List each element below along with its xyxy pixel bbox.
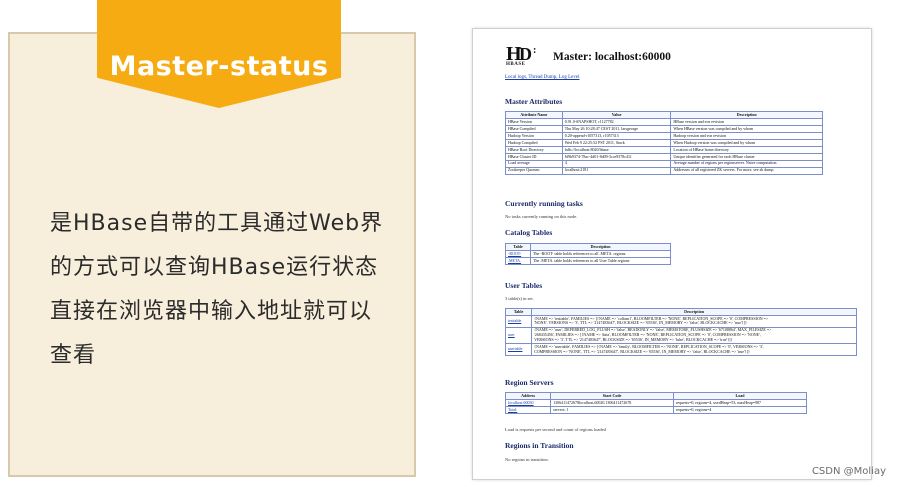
table-cell: Hadoop Compiled [505, 138, 563, 147]
table-header-cell: Start Code [550, 392, 674, 400]
watermark: CSDN @Moliay [811, 466, 886, 477]
table-header-cell: Table [504, 308, 533, 316]
table-cell: Thu May 26 10:28:47 CEST 2011, larsgeorg… [561, 124, 672, 133]
table-cell: usertable [504, 343, 533, 357]
table-row: Total: servers: 1 requests=0, regions=4 [504, 405, 808, 414]
table-row: HBase Cluster ID 6f9b9374-78ac-4d01-8d09-… [505, 152, 823, 161]
card-description: 是HBase自带的工具通过Web界的方式可以查询HBase运行状态直接在浏览器中… [50, 211, 384, 368]
table-cell: requests=0, regions=4, usedHeap=53, maxH… [672, 398, 808, 407]
table-cell: 6f9b9374-78ac-4d01-8d09-3cce9378c41f [561, 152, 672, 161]
table-cell: {NAME => 'usertable', FAMILIES => [{NAME… [531, 343, 857, 357]
transition-note: No regions in transition. [505, 457, 549, 462]
table-cell: Load average [505, 159, 563, 168]
table-cell: Average number of regions per regionserv… [670, 159, 823, 168]
table-cell: localhost:2181 [561, 166, 672, 175]
table-header-cell: Table [504, 243, 532, 251]
table-row: .META. The .META. table holds references … [504, 256, 671, 265]
section-regions-in-transition: Regions in Transition [505, 441, 574, 450]
table-cell: Total: [504, 405, 552, 414]
table-header-cell: Address [504, 392, 552, 400]
table-cell: 0.91.0-SNAPSHOT, r1127782 [561, 117, 672, 126]
table-row: HBase Compiled Thu May 26 10:28:47 CEST 2… [505, 124, 823, 133]
table-cell: 4 [561, 159, 672, 168]
table-cell: -ROOT- [504, 249, 532, 258]
table-link[interactable]: Total: [508, 407, 517, 411]
table-cell: HBase Compiled [505, 124, 563, 133]
table-cell: 0.20-append-r1057313, r1057313 [561, 131, 672, 140]
table-cell: {NAME => 'user', DEFERRED_LOG_FLUSH => '… [531, 326, 857, 345]
table-cell: Hadoop Version [505, 131, 563, 140]
table-header-cell: Load [672, 392, 808, 400]
table-cell: requests=0, regions=4 [672, 405, 808, 414]
table-cell: {NAME => 'testtable', FAMILIES => [{NAME… [531, 314, 857, 328]
attributes-table: Attribute Name Value Description HBase Ver… [505, 111, 823, 175]
table-cell: hdfs://localhost:8020/hbase [561, 145, 672, 154]
table-cell: localhost:60030 [504, 398, 552, 407]
region-note: Load is requests per second and count of… [505, 427, 606, 432]
table-cell: Location of HBase home directory [670, 145, 823, 154]
table-row: -ROOT- The -ROOT- table holds references … [504, 249, 671, 258]
table-row: HBase Version 0.91.0-SNAPSHOT, r1127782 HB… [505, 117, 823, 126]
table-row: Hadoop Version 0.20-append-r1057313, r105… [505, 131, 823, 140]
table-link[interactable]: user [508, 332, 515, 337]
table-cell: When Hadoop version was compiled and by … [670, 138, 823, 147]
badge-title: Master-status [109, 50, 329, 82]
table-cell: user [504, 326, 533, 345]
running-tasks-note: No tasks currently running on this node. [505, 214, 578, 219]
hbase-master-page-screenshot: H D : HBASE Master: localhost:60000 Loca… [472, 28, 872, 480]
header-links[interactable]: Local logs, Thread Dump, Log Level [505, 75, 579, 80]
table-cell: Unique identifier generated for each HBa… [670, 152, 823, 161]
region-servers-table: Address Start Code Load localhost:60030 130… [504, 392, 808, 414]
table-link[interactable]: -ROOT- [508, 251, 521, 255]
logo-wordmark: HBASE [506, 62, 526, 67]
table-cell: HBase Version [505, 117, 563, 126]
table-header-cell: Description [530, 243, 671, 251]
table-row: testtable {NAME => 'testtable', FAMILIES … [504, 314, 857, 328]
table-row: Hadoop Compiled Wed Feb 9 22:25:52 PST 20… [505, 138, 823, 147]
table-header-cell: Description [670, 111, 823, 119]
table-cell: The -ROOT- table holds references to all… [530, 249, 671, 258]
table-cell: HBase Root Directory [505, 145, 563, 154]
table-cell: The .META. table holds references to all… [530, 256, 671, 265]
page-title: Master: localhost:60000 [553, 51, 671, 63]
catalog-table: Table Description -ROOT- The -ROOT- table … [504, 243, 671, 265]
section-running-tasks: Currently running tasks [505, 199, 583, 208]
table-header-cell: Attribute Name [505, 111, 563, 119]
section-user-tables: User Tables [505, 281, 543, 290]
table-link[interactable]: usertable [508, 346, 522, 351]
table-cell: Zookeeper Quorum [505, 166, 563, 175]
table-cell: When HBase version was compiled and by w… [670, 124, 823, 133]
table-cell: 1306411472678localhost,60020,13064114726… [550, 398, 674, 407]
table-row: Load average 4 Average number of regions p… [505, 159, 823, 168]
table-cell: servers: 1 [550, 405, 674, 414]
section-master-attributes: Master Attributes [505, 97, 563, 106]
table-cell: testtable [504, 314, 533, 328]
table-link[interactable]: testtable [508, 318, 521, 323]
table-cell: Addresses of all registered ZK servers. … [670, 166, 823, 175]
table-header-cell: Description [531, 308, 857, 316]
table-cell: Hadoop version and svn revision [670, 131, 823, 140]
user-tables-note: 3 table(s) in set. [505, 296, 534, 301]
section-region-servers: Region Servers [505, 378, 554, 387]
table-cell: .META. [504, 256, 532, 265]
table-link[interactable]: localhost:60030 [508, 400, 534, 404]
user-table: Table Description testtable {NAME => 'test… [504, 308, 857, 357]
svg-text:D: D [519, 44, 532, 64]
table-cell: HBase version and svn revision [670, 117, 823, 126]
table-row: user {NAME => 'user', DEFERRED_LOG_FLUSH … [504, 326, 857, 345]
table-row: usertable {NAME => 'usertable', FAMILIES … [504, 343, 857, 357]
table-header-cell: Value [561, 111, 672, 119]
table-row: Zookeeper Quorum localhost:2181 Addresses … [505, 166, 823, 175]
table-cell: Wed Feb 9 22:25:52 PST 2011, Stack [561, 138, 672, 147]
table-cell: HBase Cluster ID [505, 152, 563, 161]
table-link[interactable]: .META. [508, 258, 521, 262]
svg-text::: : [533, 45, 536, 56]
table-row: localhost:60030 1306411472678localhost,60… [504, 398, 808, 407]
section-catalog-tables: Catalog Tables [505, 228, 553, 237]
table-row: HBase Root Directory hdfs://localhost:802… [505, 145, 823, 154]
